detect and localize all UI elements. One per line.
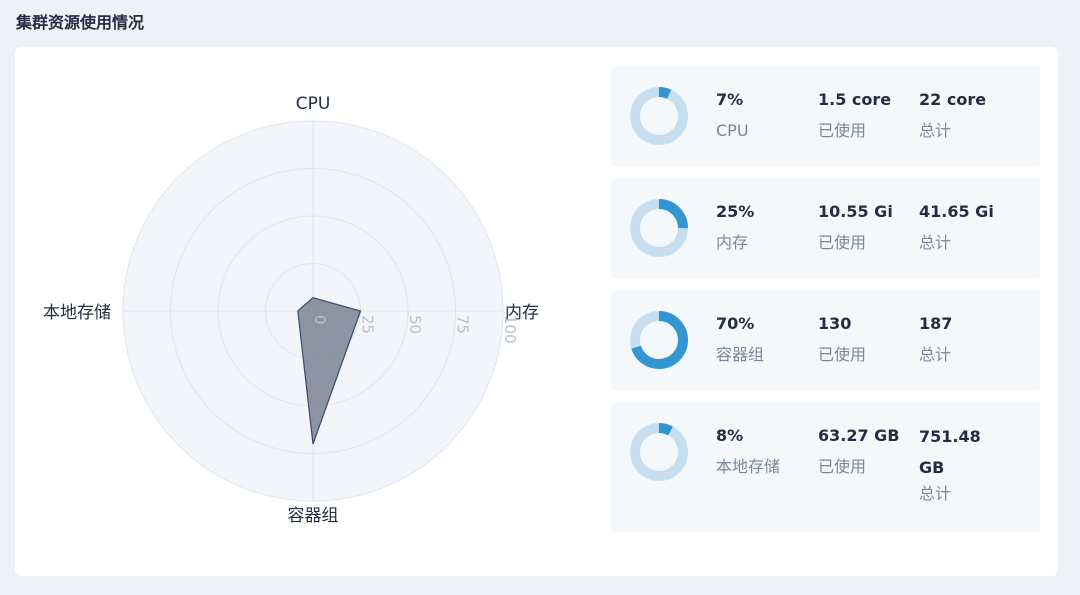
stat-name: 内存: [716, 233, 749, 252]
stat-percent: 8%: [716, 426, 744, 445]
stat-total-label: 总计: [919, 121, 952, 140]
cpu-usage-donut-icon: [630, 87, 688, 145]
stat-card-cpu: 7% CPU 1.5 core 已使用 22 core 总计: [611, 67, 1040, 166]
page-title: 集群资源使用情况: [16, 13, 145, 32]
stat-total: 41.65 Gi: [919, 202, 994, 221]
stat-name: 容器组: [716, 345, 765, 364]
storage-usage-donut-icon: [630, 423, 688, 481]
radar-tick-label: 100: [501, 315, 519, 344]
cluster-resource-card: CPU 内存 容器组 本地存储 0 25 50 75 100 7% CPU 1.5 core 已…: [15, 47, 1058, 576]
stat-name: 本地存储: [716, 457, 781, 476]
stat-name: CPU: [716, 121, 749, 140]
radar-tick-label: 75: [454, 315, 472, 334]
memory-usage-donut-icon: [630, 199, 688, 257]
radar-axis-label: 容器组: [288, 506, 339, 526]
radar-chart: CPU 内存 容器组 本地存储 0 25 50 75 100: [15, 47, 575, 576]
stat-used: 10.55 Gi: [818, 202, 893, 221]
stat-percent: 70%: [716, 314, 755, 333]
stat-total: 22 core: [919, 90, 987, 109]
stat-total: 187: [919, 314, 953, 333]
stat-used: 130: [818, 314, 852, 333]
stat-used-label: 已使用: [818, 121, 867, 140]
radar-tick-label: 50: [406, 315, 424, 334]
stat-percent: 7%: [716, 90, 744, 109]
stat-total-label: 总计: [919, 484, 952, 503]
stat-total: 751.48 GB: [919, 427, 981, 477]
radar-axis-label: CPU: [296, 94, 331, 114]
stat-used: 1.5 core: [818, 90, 892, 109]
stat-percent: 25%: [716, 202, 755, 221]
stat-card-storage: 8% 本地存储 63.27 GB 已使用 751.48 GB 总计: [611, 403, 1040, 532]
stat-total-label: 总计: [919, 345, 952, 364]
radar-tick-label: 0: [311, 315, 329, 325]
stat-used-label: 已使用: [818, 345, 867, 364]
stat-total-label: 总计: [919, 233, 952, 252]
stat-card-memory: 25% 内存 10.55 Gi 已使用 41.65 Gi 总计: [611, 179, 1040, 278]
stat-used: 63.27 GB: [818, 426, 900, 445]
radar-tick-label: 25: [359, 315, 377, 334]
stat-card-pods: 70% 容器组 130 已使用 187 总计: [611, 291, 1040, 390]
stat-used-label: 已使用: [818, 457, 867, 476]
stat-used-label: 已使用: [818, 233, 867, 252]
radar-axis-label: 本地存储: [43, 303, 111, 323]
pod-usage-donut-icon: [630, 311, 688, 369]
